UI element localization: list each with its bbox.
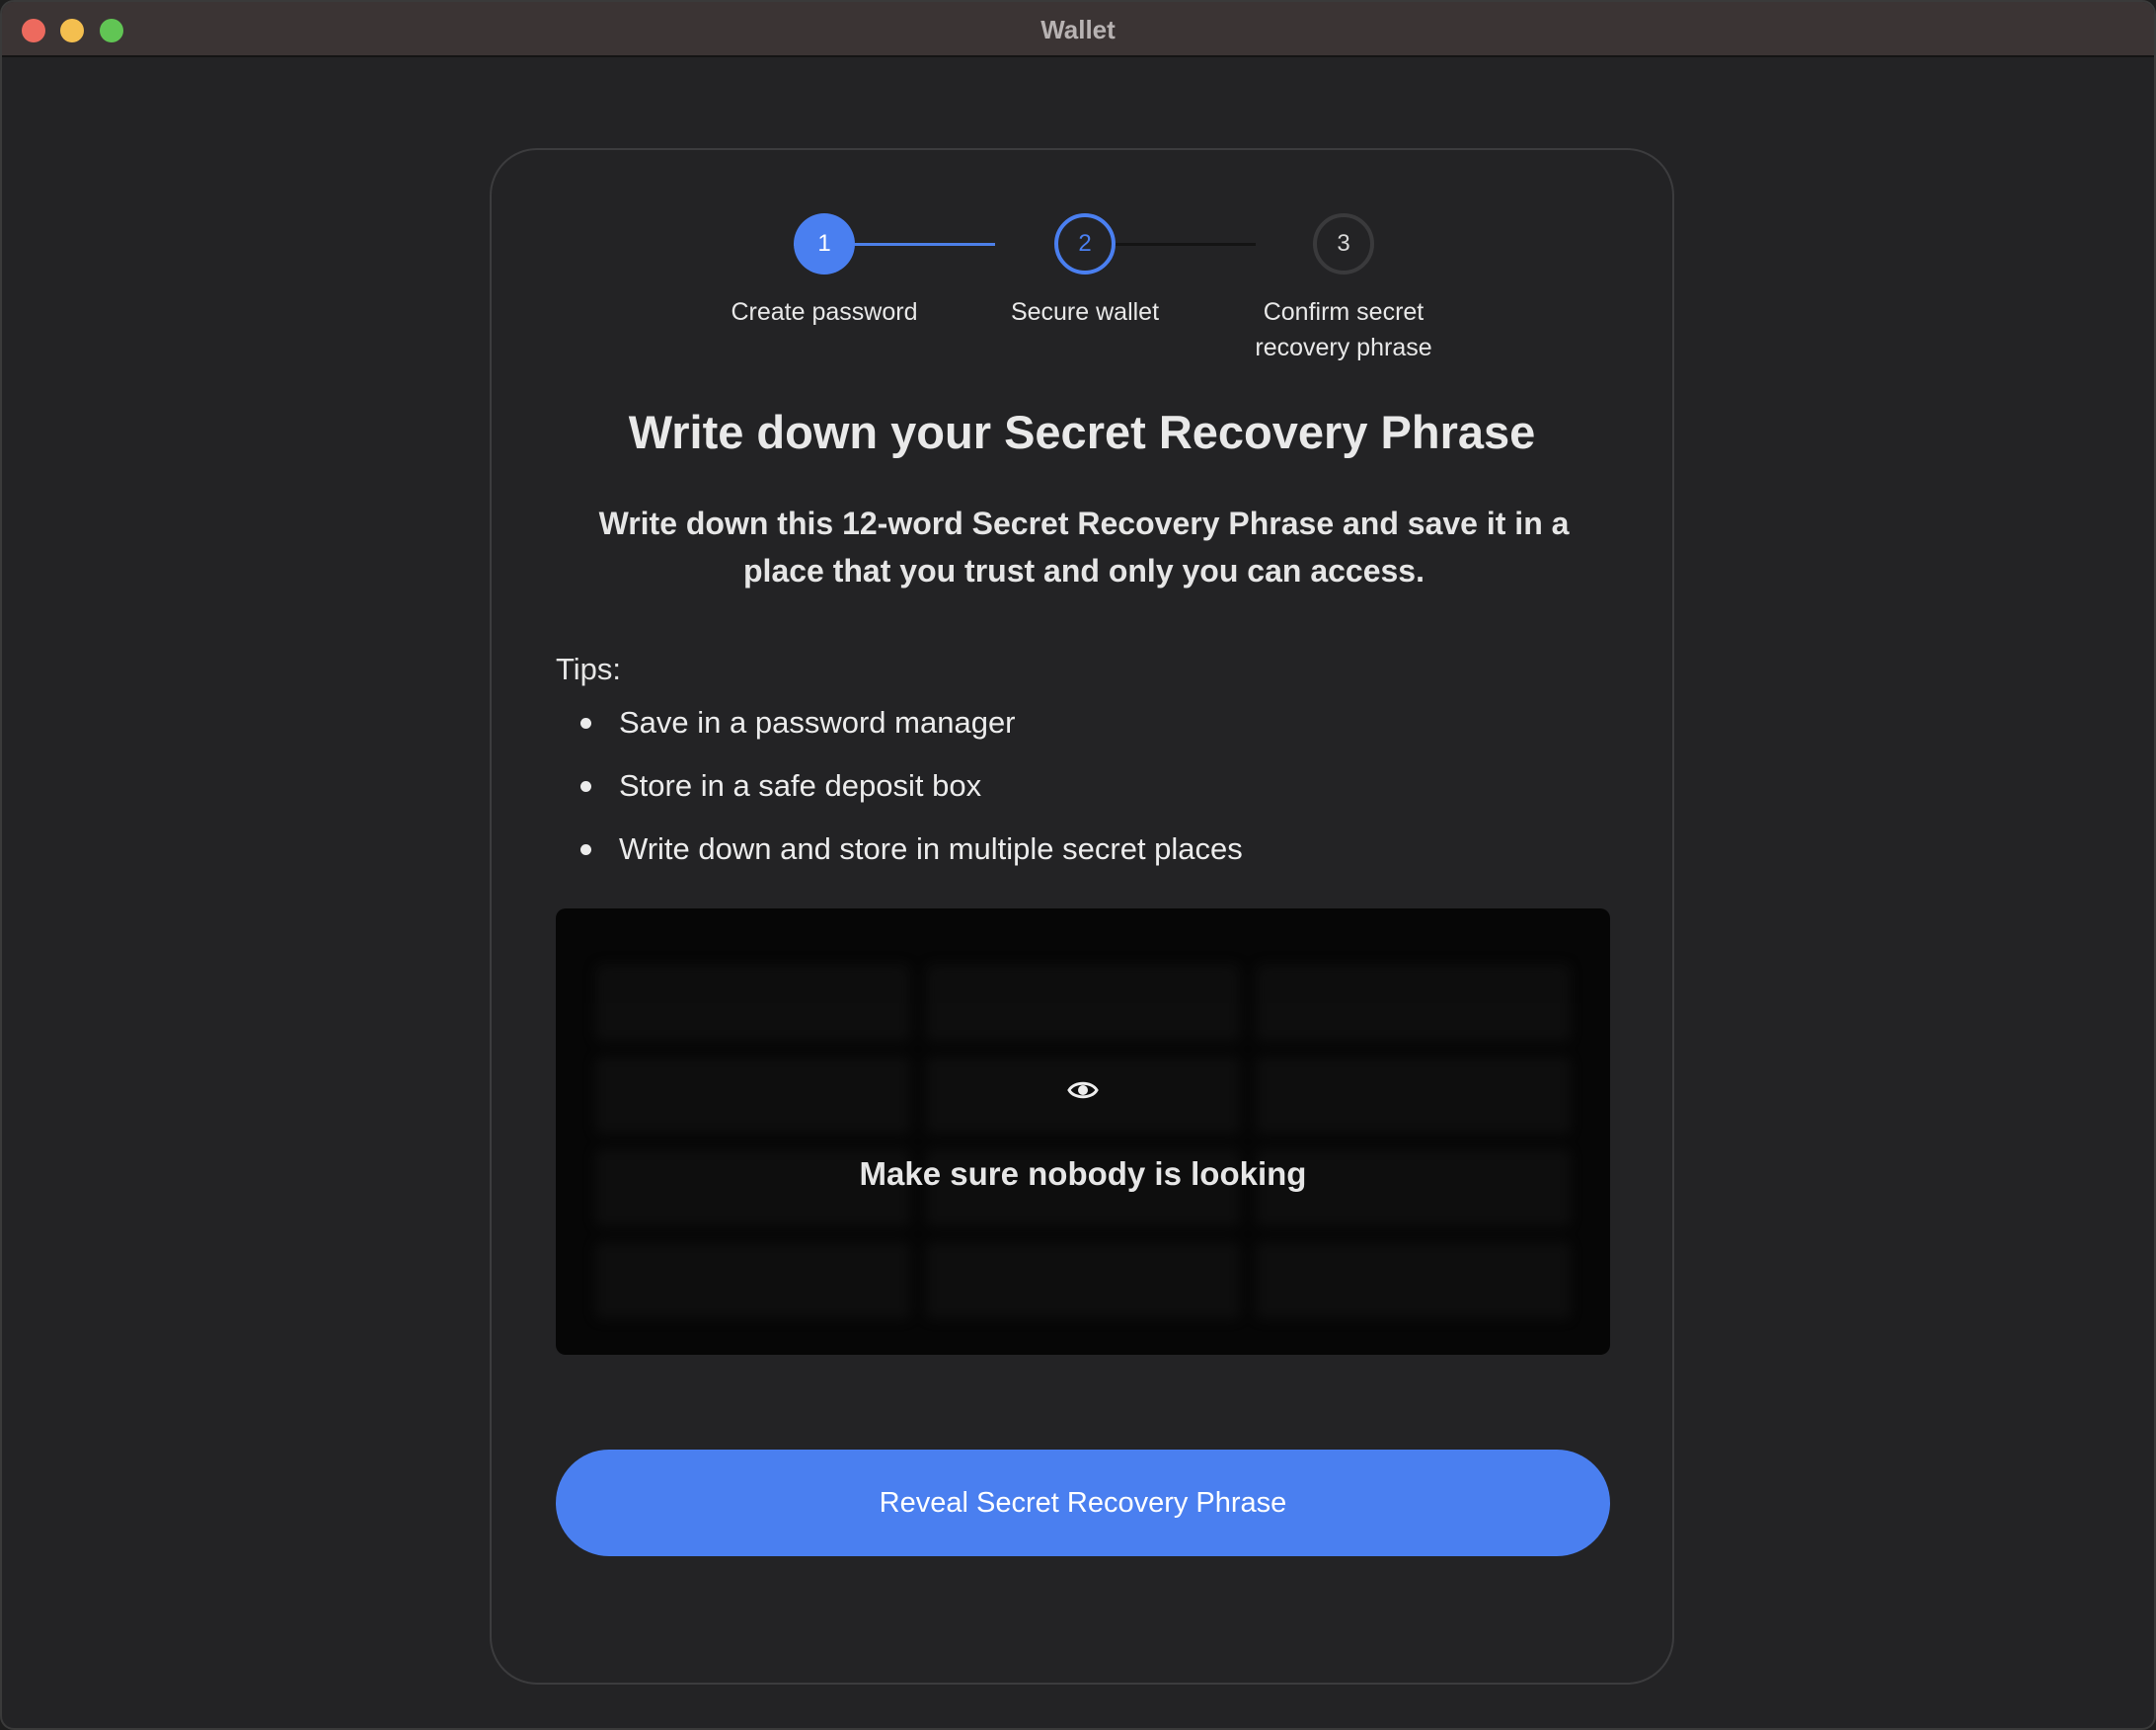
window-title: Wallet bbox=[1040, 15, 1116, 44]
blurred-word-cell bbox=[925, 964, 1241, 1041]
title-bar: Wallet bbox=[2, 2, 2154, 57]
blurred-word-cell bbox=[1256, 1242, 1571, 1319]
tips-list: Save in a password manager Store in a sa… bbox=[556, 703, 1243, 893]
wallet-window: Wallet 1 2 3 Create password Secure wall… bbox=[0, 0, 2156, 1730]
bullet-icon bbox=[580, 781, 591, 792]
bullet-icon bbox=[580, 844, 591, 855]
reveal-recovery-phrase-button[interactable]: Reveal Secret Recovery Phrase bbox=[556, 1450, 1610, 1556]
tip-text: Save in a password manager bbox=[619, 705, 1016, 740]
blurred-word-cell bbox=[595, 964, 910, 1041]
blurred-word-cell bbox=[925, 1242, 1241, 1319]
hidden-recovery-phrase-panel[interactable]: Make sure nobody is looking bbox=[556, 908, 1610, 1355]
tips-heading: Tips: bbox=[556, 652, 622, 686]
onboarding-card: 1 2 3 Create password Secure wallet Conf… bbox=[490, 148, 1674, 1685]
blurred-word-cell bbox=[595, 1242, 910, 1319]
bullet-icon bbox=[580, 718, 591, 729]
page-title: Write down your Secret Recovery Phrase bbox=[628, 406, 1536, 458]
step-3-label: Confirm secret recovery phrase bbox=[1255, 298, 1432, 361]
progress-stepper: 1 2 3 Create password Secure wallet Conf… bbox=[492, 213, 1672, 381]
page-description: Write down this 12-word Secret Recovery … bbox=[598, 506, 1570, 589]
step-1-indicator: 1 bbox=[794, 213, 855, 275]
blurred-word-cell bbox=[1256, 964, 1571, 1041]
step-1-label: Create password bbox=[731, 298, 918, 326]
blurred-word-cell bbox=[595, 1057, 910, 1134]
tip-item: Save in a password manager bbox=[556, 703, 1243, 766]
step-3-indicator: 3 bbox=[1313, 213, 1374, 275]
privacy-warning-text: Make sure nobody is looking bbox=[859, 1155, 1307, 1192]
tip-item: Write down and store in multiple secret … bbox=[556, 829, 1243, 893]
blurred-word-cell bbox=[1256, 1057, 1571, 1134]
step-2-indicator: 2 bbox=[1054, 213, 1116, 275]
blurred-phrase-grid bbox=[595, 964, 1571, 1319]
tip-text: Write down and store in multiple secret … bbox=[619, 831, 1243, 866]
tip-text: Store in a safe deposit box bbox=[619, 768, 982, 803]
tip-item: Store in a safe deposit box bbox=[556, 766, 1243, 829]
step-2-label: Secure wallet bbox=[1010, 298, 1160, 326]
eye-icon bbox=[1067, 1081, 1099, 1099]
